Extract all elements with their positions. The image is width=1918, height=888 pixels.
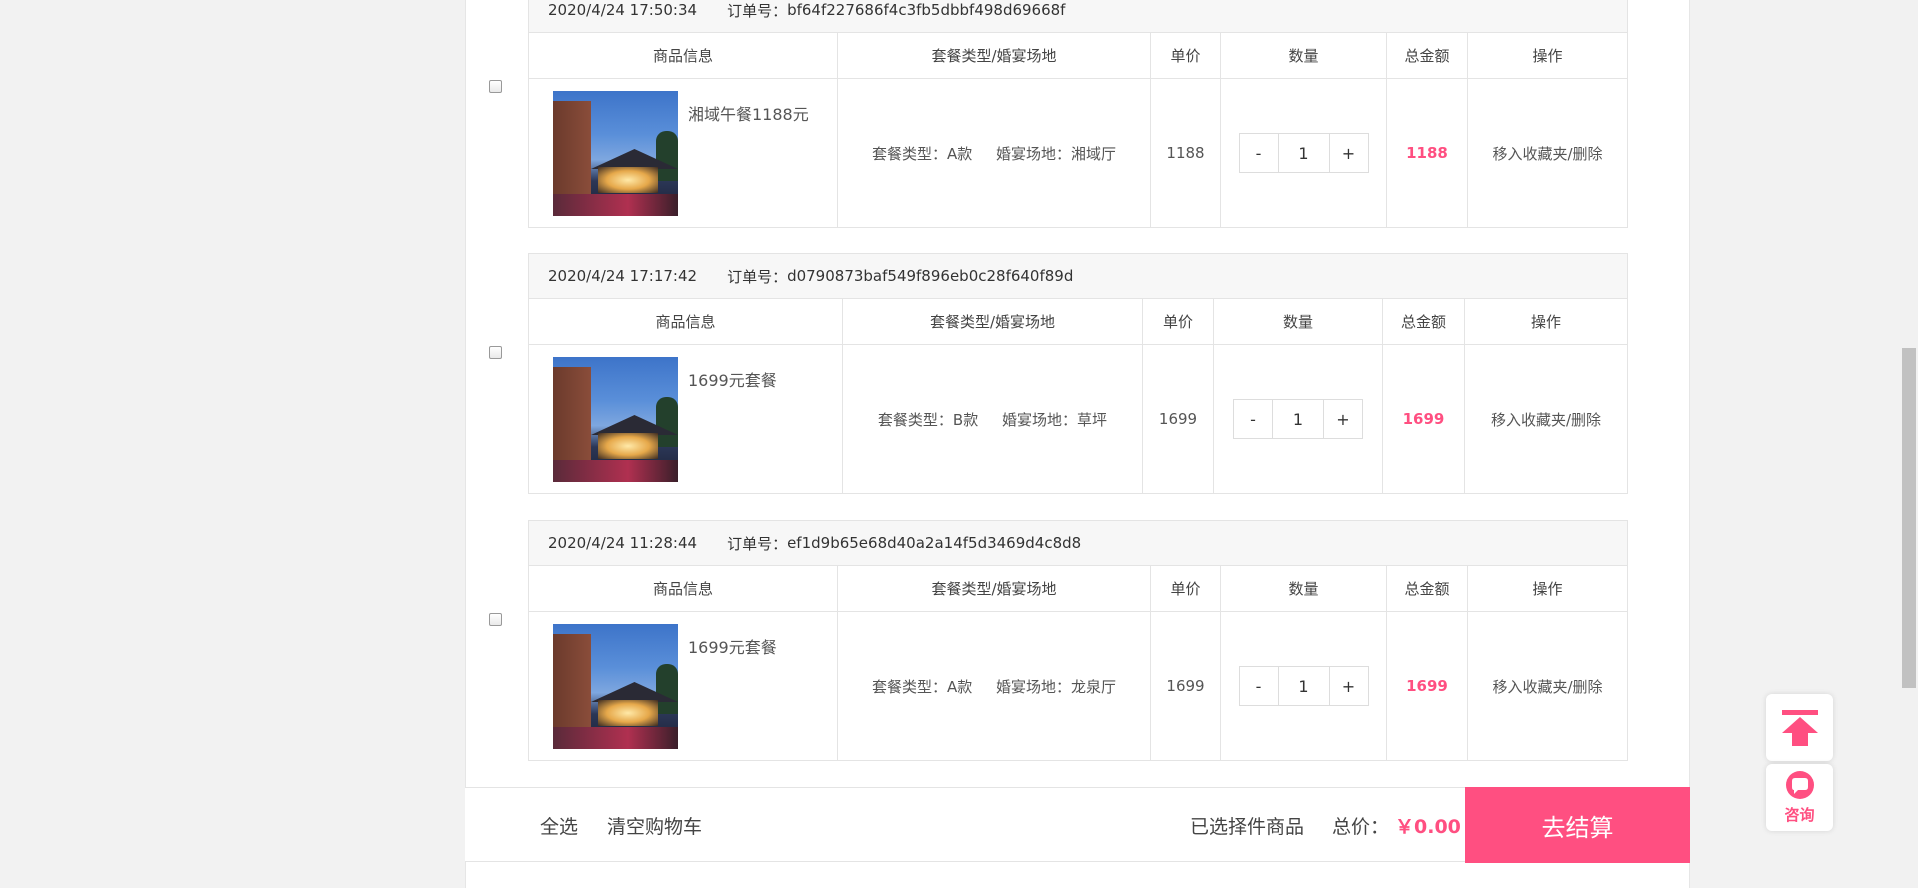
clear-cart-link[interactable]: 清空购物车	[607, 788, 702, 863]
col-product: 商品信息	[529, 299, 843, 344]
quantity-input[interactable]: 1	[1277, 667, 1330, 705]
product-cell: 湘域午餐1188元	[529, 79, 838, 227]
table-row: 湘域午餐1188元 套餐类型：A款 婚宴场地：湘域厅 1188 - 1 + 11…	[529, 79, 1627, 227]
select-all-link[interactable]: 全选	[540, 788, 578, 863]
col-quantity: 数量	[1221, 566, 1387, 611]
order-header: 2020/4/24 11:28:44 订单号： ef1d9b65e68d40a2…	[529, 521, 1627, 566]
order-header: 2020/4/24 17:50:34 订单号： bf64f227686f4c3f…	[529, 0, 1627, 33]
unit-price: 1699	[1151, 612, 1221, 760]
total-price-value: ￥0.00	[1395, 816, 1461, 838]
unit-price: 1188	[1151, 79, 1221, 227]
col-product: 商品信息	[529, 566, 838, 611]
col-total: 总金额	[1383, 299, 1465, 344]
arrow-up-to-top-icon	[1781, 709, 1818, 746]
table-row: 1699元套餐 套餐类型：B款 婚宴场地：草坪 1699 - 1 + 1699 …	[529, 345, 1627, 493]
quantity-input[interactable]: 1	[1272, 400, 1324, 438]
checkout-button[interactable]: 去结算	[1465, 787, 1690, 863]
product-cell: 1699元套餐	[529, 612, 838, 760]
move-to-favorites-delete-link[interactable]: 移入收藏夹/删除	[1468, 79, 1627, 227]
col-unit-price: 单价	[1151, 566, 1221, 611]
order-header: 2020/4/24 17:17:42 订单号： d0790873baf549f8…	[529, 254, 1627, 299]
product-image[interactable]	[553, 91, 678, 216]
product-cell: 1699元套餐	[529, 345, 843, 493]
quantity-stepper: - 1 +	[1238, 666, 1369, 706]
order-number-label: 订单号：	[727, 534, 788, 553]
decrease-button[interactable]: -	[1240, 667, 1278, 705]
total-amount: 1188	[1387, 79, 1468, 227]
order-3-checkbox[interactable]	[489, 613, 502, 626]
order-number: d0790873baf549f896eb0c28f640f89d	[787, 267, 1074, 285]
col-type-venue: 套餐类型/婚宴场地	[843, 299, 1143, 344]
back-to-top-button[interactable]	[1766, 694, 1833, 761]
order-1-checkbox[interactable]	[489, 80, 502, 93]
col-action: 操作	[1530, 313, 1561, 331]
column-header-row: 商品信息 套餐类型/婚宴场地 单价 数量 总金额 操作	[529, 33, 1627, 79]
col-type-venue: 套餐类型/婚宴场地	[838, 566, 1151, 611]
type-venue-cell: 套餐类型：A款 婚宴场地：龙泉厅	[838, 612, 1151, 760]
total-price: 总价： ￥0.00	[1332, 788, 1461, 863]
col-total: 总金额	[1387, 33, 1468, 78]
increase-button[interactable]: +	[1330, 134, 1368, 172]
order-date: 2020/4/24 11:28:44	[548, 534, 698, 552]
quantity-stepper: - 1 +	[1233, 399, 1363, 439]
quantity-stepper: - 1 +	[1238, 133, 1369, 173]
col-product: 商品信息	[529, 33, 838, 78]
col-action: 操作	[1532, 47, 1563, 65]
order-card: 2020/4/24 17:50:34 订单号： bf64f227686f4c3f…	[528, 0, 1628, 228]
table-row: 1699元套餐 套餐类型：A款 婚宴场地：龙泉厅 1699 - 1 + 1699…	[529, 612, 1627, 760]
column-header-row: 商品信息 套餐类型/婚宴场地 单价 数量 总金额 操作	[529, 566, 1627, 612]
unit-price: 1699	[1143, 345, 1214, 493]
consult-button[interactable]: 咨询	[1766, 764, 1833, 831]
product-image[interactable]	[553, 357, 678, 482]
scrollbar-thumb[interactable]	[1902, 348, 1916, 688]
order-date: 2020/4/24 17:50:34	[548, 1, 698, 19]
increase-button[interactable]: +	[1330, 667, 1368, 705]
order-number: ef1d9b65e68d40a2a14f5d3469d4c8d8	[787, 534, 1082, 552]
decrease-button[interactable]: -	[1234, 400, 1272, 438]
quantity-input[interactable]: 1	[1277, 134, 1330, 172]
quantity-cell: - 1 +	[1221, 612, 1387, 760]
order-number-label: 订单号：	[727, 1, 788, 20]
product-name[interactable]: 1699元套餐	[688, 367, 777, 391]
product-image[interactable]	[553, 624, 678, 749]
col-unit-price: 单价	[1151, 33, 1221, 78]
col-type-venue: 套餐类型/婚宴场地	[838, 33, 1151, 78]
col-quantity: 数量	[1214, 299, 1383, 344]
consult-label: 咨询	[1784, 806, 1815, 824]
decrease-button[interactable]: -	[1240, 134, 1278, 172]
col-action: 操作	[1532, 580, 1563, 598]
product-name[interactable]: 1699元套餐	[688, 634, 777, 658]
column-header-row: 商品信息 套餐类型/婚宴场地 单价 数量 总金额 操作	[529, 299, 1627, 345]
chat-bubble-icon	[1785, 771, 1814, 799]
total-amount: 1699	[1383, 345, 1465, 493]
order-2-checkbox[interactable]	[489, 346, 502, 359]
order-date: 2020/4/24 17:17:42	[548, 267, 698, 285]
order-card: 2020/4/24 17:17:42 订单号： d0790873baf549f8…	[528, 253, 1628, 494]
order-number-label: 订单号：	[727, 267, 788, 286]
type-venue-cell: 套餐类型：A款 婚宴场地：湘域厅	[838, 79, 1151, 227]
col-unit-price: 单价	[1143, 299, 1214, 344]
order-card: 2020/4/24 11:28:44 订单号： ef1d9b65e68d40a2…	[528, 520, 1628, 761]
quantity-cell: - 1 +	[1214, 345, 1383, 493]
increase-button[interactable]: +	[1324, 400, 1362, 438]
quantity-cell: - 1 +	[1221, 79, 1387, 227]
col-quantity: 数量	[1221, 33, 1387, 78]
selected-count: 已选择件商品	[1190, 816, 1305, 838]
col-total: 总金额	[1387, 566, 1468, 611]
order-number: bf64f227686f4c3fb5dbbf498d69668f	[787, 1, 1066, 19]
move-to-favorites-delete-link[interactable]: 移入收藏夹/删除	[1468, 612, 1627, 760]
type-venue-cell: 套餐类型：B款 婚宴场地：草坪	[843, 345, 1143, 493]
product-name[interactable]: 湘域午餐1188元	[688, 101, 809, 125]
total-price-label: 总价：	[1332, 816, 1390, 838]
move-to-favorites-delete-link[interactable]: 移入收藏夹/删除	[1465, 345, 1627, 493]
total-amount: 1699	[1387, 612, 1468, 760]
